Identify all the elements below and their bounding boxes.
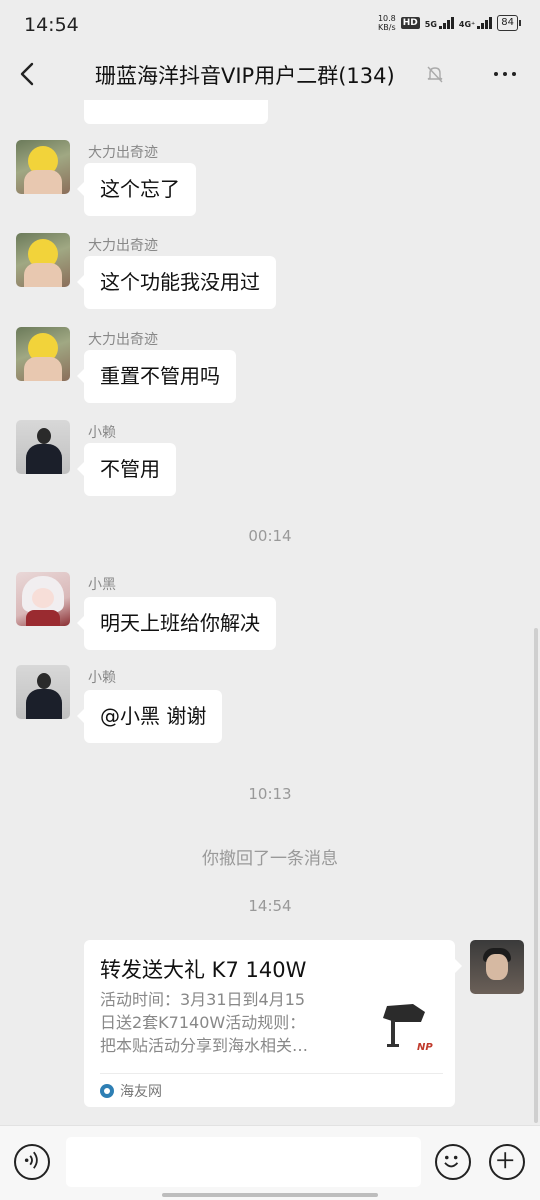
net-5g-label: 5G bbox=[424, 20, 437, 29]
avatar[interactable] bbox=[16, 665, 70, 719]
sender-name: 小赖 bbox=[88, 425, 116, 441]
scrollbar[interactable] bbox=[534, 628, 538, 1123]
chat-header: 珊蓝海洋抖音VIP用户二群(134) bbox=[0, 50, 540, 100]
voice-icon[interactable] bbox=[14, 1144, 50, 1180]
status-time: 14:54 bbox=[24, 14, 79, 36]
card-divider bbox=[100, 1073, 443, 1074]
hd-icon: HD bbox=[400, 17, 420, 29]
status-icons: 10.8 KB/s HD 5G 4G⁺ 84 bbox=[377, 14, 521, 32]
link-card[interactable]: 转发送大礼 K7 140W 活动时间：3月31日到4月15 日送2套K7140W… bbox=[84, 940, 462, 1107]
sender-name: 小黑 bbox=[88, 577, 116, 593]
home-indicator[interactable] bbox=[162, 1193, 378, 1197]
message-bubble[interactable]: 重置不管用吗 bbox=[77, 350, 236, 403]
sender-name: 小赖 bbox=[88, 670, 116, 686]
battery-icon: 84 bbox=[497, 15, 521, 31]
timestamp: 14:54 bbox=[248, 897, 292, 915]
signal-icon bbox=[438, 17, 454, 29]
timestamp: 10:13 bbox=[248, 785, 292, 803]
recall-notice: 你撤回了一条消息 bbox=[202, 849, 338, 869]
card-thumbnail: NP bbox=[373, 998, 437, 1062]
sender-name: 大力出奇迹 bbox=[88, 238, 158, 254]
avatar[interactable] bbox=[470, 940, 524, 994]
mute-bell-icon bbox=[427, 66, 443, 83]
card-title: 转发送大礼 K7 140W bbox=[100, 958, 307, 982]
card-source: 海友网 bbox=[100, 1081, 162, 1101]
message-input[interactable] bbox=[66, 1137, 421, 1187]
more-dots-icon[interactable] bbox=[494, 72, 516, 76]
source-icon bbox=[100, 1084, 114, 1098]
message-bubble[interactable]: @小黑 谢谢 bbox=[76, 690, 223, 743]
network-speed: 10.8 KB/s bbox=[377, 14, 396, 32]
avatar[interactable] bbox=[16, 420, 70, 474]
avatar[interactable] bbox=[16, 572, 70, 626]
input-bar bbox=[0, 1125, 540, 1200]
sender-name: 大力出奇迹 bbox=[88, 332, 158, 348]
avatar[interactable] bbox=[16, 233, 70, 287]
sender-name: 大力出奇迹 bbox=[88, 145, 158, 161]
message-bubble[interactable]: 不管用 bbox=[77, 443, 176, 496]
message-bubble[interactable]: 明天上班给你解决 bbox=[77, 597, 276, 650]
emoji-icon[interactable] bbox=[435, 1144, 471, 1180]
signal-icon bbox=[477, 17, 493, 29]
partial-bubble bbox=[84, 100, 268, 124]
avatar[interactable] bbox=[16, 327, 70, 381]
page-title[interactable]: 珊蓝海洋抖音VIP用户二群(134) bbox=[95, 60, 395, 90]
thumb-brand: NP bbox=[417, 1042, 433, 1053]
card-description: 活动时间：3月31日到4月15 日送2套K7140W活动规则： 把本贴活动分享到… bbox=[100, 990, 309, 1055]
status-bar: 14:54 10.8 KB/s HD 5G 4G⁺ 84 bbox=[0, 0, 540, 50]
message-bubble[interactable]: 这个忘了 bbox=[77, 163, 196, 216]
chat-area[interactable]: 大力出奇迹 这个忘了 大力出奇迹 这个功能我没用过 大力出奇迹 重置不管用吗 小… bbox=[0, 100, 540, 1125]
message-bubble[interactable]: 这个功能我没用过 bbox=[77, 256, 276, 309]
timestamp: 00:14 bbox=[248, 527, 292, 545]
avatar[interactable] bbox=[16, 140, 70, 194]
plus-icon[interactable] bbox=[489, 1144, 525, 1180]
net-4g-label: 4G⁺ bbox=[458, 20, 476, 29]
back-arrow-icon[interactable] bbox=[14, 60, 42, 88]
